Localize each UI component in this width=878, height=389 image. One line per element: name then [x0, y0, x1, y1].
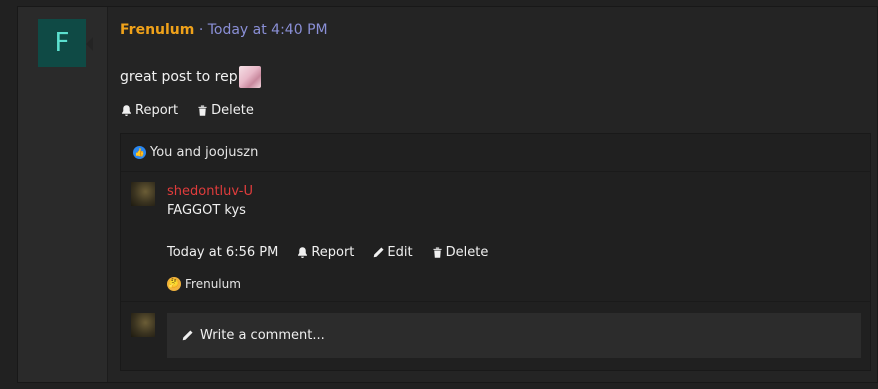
post-body: great post to rep	[120, 66, 261, 88]
post-user-column: F	[18, 7, 108, 382]
report-button[interactable]: Report	[120, 103, 178, 118]
post-main: Frenulum · Today at 4:40 PM great post t…	[108, 7, 877, 382]
trash-icon	[198, 105, 207, 116]
post-body-text: great post to rep	[120, 69, 238, 85]
post-card: F Frenulum · Today at 4:40 PM great post…	[17, 6, 878, 383]
author-avatar[interactable]: F	[38, 19, 86, 67]
comment-placeholder: Write a comment...	[200, 328, 325, 343]
post-actions: Report Delete	[120, 103, 254, 118]
trash-icon	[433, 247, 442, 258]
delete-label: Delete	[211, 103, 254, 118]
reply-author-avatar[interactable]	[131, 182, 155, 206]
comments-section: 👍 You and joojuszn shedontluv-U FAGGOT k…	[120, 133, 871, 371]
reply-report-label: Report	[311, 245, 355, 260]
bell-icon	[122, 105, 131, 116]
reply-text: FAGGOT kys	[167, 203, 246, 218]
reply-edit-button[interactable]: Edit	[372, 245, 413, 260]
header-separator: ·	[198, 22, 204, 38]
reaction-face-icon: 🤔	[167, 277, 181, 291]
likes-row: 👍 You and joojuszn	[121, 134, 870, 172]
reply-timestamp[interactable]: Today at 6:56 PM	[167, 245, 278, 260]
reply-delete-label: Delete	[445, 245, 489, 260]
anime-sticker-image	[238, 66, 261, 88]
reply-comment: shedontluv-U FAGGOT kys Today at 6:56 PM…	[121, 172, 870, 302]
comment-composer: Write a comment...	[121, 302, 870, 372]
reply-delete-button[interactable]: Delete	[431, 245, 489, 260]
avatar-notch	[86, 37, 93, 51]
thumbs-up-icon: 👍	[133, 146, 146, 159]
reply-report-button[interactable]: Report	[296, 245, 354, 260]
post-timestamp[interactable]: Today at 4:40 PM	[208, 22, 328, 38]
pencil-icon	[374, 247, 384, 258]
reply-reaction[interactable]: 🤔 Frenulum	[167, 277, 241, 291]
composer-avatar	[131, 313, 155, 337]
reply-edit-label: Edit	[387, 245, 413, 260]
reply-author-name[interactable]: shedontluv-U	[167, 184, 253, 199]
reaction-user[interactable]: Frenulum	[185, 277, 241, 291]
bell-icon	[298, 247, 308, 258]
post-header: Frenulum · Today at 4:40 PM	[120, 22, 328, 38]
likes-text[interactable]: You and joojuszn	[150, 145, 258, 160]
reply-actions: Today at 6:56 PM Report Edit Delete	[167, 245, 488, 260]
delete-button[interactable]: Delete	[196, 103, 254, 118]
pencil-icon	[182, 330, 193, 341]
report-label: Report	[135, 103, 179, 118]
author-name[interactable]: Frenulum	[120, 22, 194, 38]
comment-input[interactable]: Write a comment...	[167, 313, 861, 358]
